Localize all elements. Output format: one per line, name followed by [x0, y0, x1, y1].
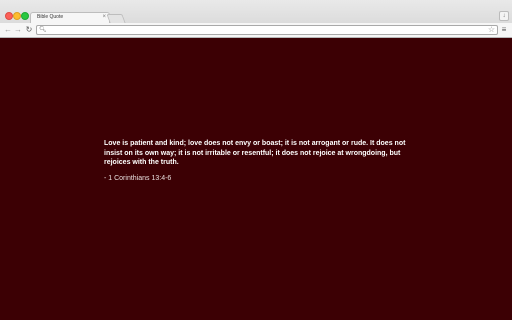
window-maximize-button[interactable]	[21, 12, 29, 20]
page-content: Love is patient and kind; love does not …	[0, 38, 512, 320]
download-icon[interactable]: ↓	[499, 11, 509, 21]
reload-icon[interactable]: ↻	[25, 25, 33, 35]
star-icon[interactable]: ☆	[488, 25, 495, 34]
address-input[interactable]	[48, 26, 483, 34]
window-minimize-button[interactable]	[13, 12, 21, 20]
forward-arrow-icon[interactable]: →	[14, 25, 22, 35]
quote-reference: - 1 Corinthians 13:4-6	[104, 174, 172, 182]
tab-title: Bible Quote	[37, 14, 64, 20]
tab-strip: Bible Quote × ↓	[0, 0, 512, 23]
quote-text: Love is patient and kind; love does not …	[104, 140, 406, 166]
window-close-button[interactable]	[5, 12, 13, 20]
back-arrow-icon[interactable]: ←	[4, 25, 12, 35]
browser-window: Bible Quote × ↓ ← → ↻ 🔍︎ ☆ ≡ Love is pat…	[0, 0, 512, 320]
tab-bible-quote[interactable]: Bible Quote ×	[30, 12, 110, 23]
hamburger-menu-icon[interactable]: ≡	[500, 25, 508, 35]
tab-close-icon[interactable]: ×	[102, 13, 106, 22]
address-bar[interactable]: 🔍︎ ☆	[36, 25, 498, 35]
search-icon: 🔍︎	[39, 27, 47, 33]
browser-toolbar: ← → ↻ 🔍︎ ☆ ≡	[0, 23, 512, 38]
new-tab-button[interactable]	[106, 14, 126, 23]
quote-block: Love is patient and kind; love does not …	[104, 139, 410, 183]
